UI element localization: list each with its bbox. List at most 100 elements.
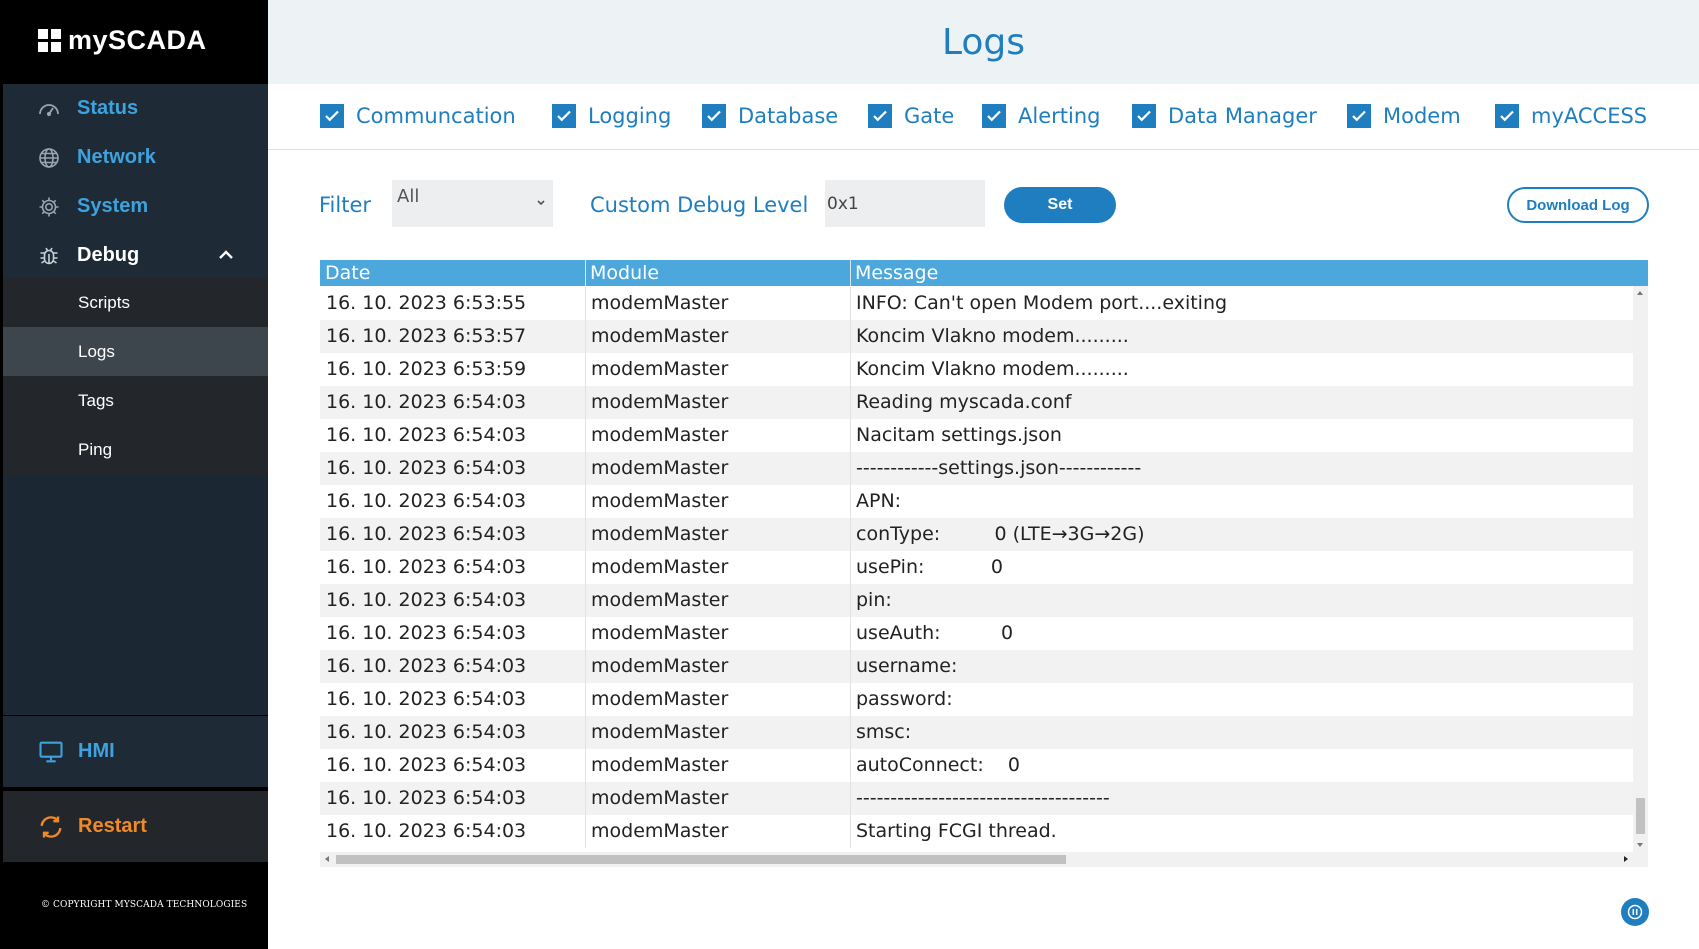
sidebar-item-network[interactable]: Network <box>3 133 268 182</box>
table-row[interactable]: 16. 10. 2023 6:54:03 modemMaster Starting … <box>320 815 1633 848</box>
filter-label: Filter <box>319 193 372 217</box>
scroll-right-arrow-icon[interactable] <box>1624 856 1628 862</box>
checkbox-alerting[interactable]: Alerting <box>982 104 1100 128</box>
table-row[interactable]: 16. 10. 2023 6:54:03 modemMaster smsc: <box>320 716 1633 749</box>
cell-date: 16. 10. 2023 6:54:03 <box>326 424 527 446</box>
subitem-label: Logs <box>78 341 115 361</box>
cell-module: modemMaster <box>591 721 729 743</box>
cell-date: 16. 10. 2023 6:54:03 <box>326 820 527 842</box>
cell-date: 16. 10. 2023 6:54:03 <box>326 523 527 545</box>
checkbox-checked-icon[interactable] <box>1132 104 1156 128</box>
sidebar-subitem-ping[interactable]: Ping <box>3 425 268 474</box>
logo-grid-icon <box>38 28 61 52</box>
cell-date: 16. 10. 2023 6:53:59 <box>326 358 527 380</box>
checkbox-label: myACCESS <box>1531 104 1648 128</box>
checkbox-checked-icon[interactable] <box>868 104 892 128</box>
sidebar-item-status[interactable]: Status <box>3 84 268 133</box>
cell-date: 16. 10. 2023 6:54:03 <box>326 391 527 413</box>
table-header: Date Module Message <box>320 260 1648 286</box>
cell-date: 16. 10. 2023 6:53:57 <box>326 325 527 347</box>
restart-label: Restart <box>78 815 147 837</box>
table-row[interactable]: 16. 10. 2023 6:54:03 modemMaster pin: <box>320 584 1633 617</box>
filter-select[interactable]: All <box>392 180 553 227</box>
table-row[interactable]: 16. 10. 2023 6:53:59 modemMaster Koncim Vl… <box>320 353 1633 386</box>
pause-button[interactable] <box>1621 898 1649 926</box>
sidebar-subitem-logs[interactable]: Logs <box>3 327 268 376</box>
table-row[interactable]: 16. 10. 2023 6:54:03 modemMaster autoConne… <box>320 749 1633 782</box>
column-header-date[interactable]: Date <box>325 262 370 284</box>
sidebar-item-label: Status <box>77 97 139 119</box>
cell-module: modemMaster <box>591 292 729 314</box>
checkbox-checked-icon[interactable] <box>1495 104 1519 128</box>
table-row[interactable]: 16. 10. 2023 6:54:03 modemMaster password: <box>320 683 1633 716</box>
cell-message: Koncim Vlakno modem......... <box>856 358 1129 380</box>
scroll-up-arrow-icon[interactable] <box>1637 291 1643 295</box>
column-header-module[interactable]: Module <box>590 262 659 284</box>
column-divider <box>585 260 586 286</box>
sidebar-item-restart[interactable]: Restart <box>3 791 268 862</box>
custom-debug-level-label: Custom Debug Level <box>590 193 809 217</box>
sidebar-item-debug[interactable]: Debug <box>3 231 268 280</box>
custom-debug-level-input[interactable]: 0x1 <box>825 180 985 227</box>
sidebar-subitem-tags[interactable]: Tags <box>3 376 268 425</box>
column-divider <box>850 386 851 419</box>
table-row[interactable]: 16. 10. 2023 6:53:57 modemMaster Koncim Vl… <box>320 320 1633 353</box>
table-row[interactable]: 16. 10. 2023 6:53:55 modemMaster INFO: Can… <box>320 287 1633 320</box>
checkbox-checked-icon[interactable] <box>320 104 344 128</box>
log-table: Date Module Message 16. 10. 2023 6:53:55… <box>320 260 1648 867</box>
sidebar-item-label: Debug <box>77 244 140 266</box>
column-divider <box>850 650 851 683</box>
checkbox-checked-icon[interactable] <box>1347 104 1371 128</box>
cell-message: password: <box>856 688 953 710</box>
cell-date: 16. 10. 2023 6:54:03 <box>326 589 527 611</box>
table-row[interactable]: 16. 10. 2023 6:54:03 modemMaster APN: <box>320 485 1633 518</box>
table-row[interactable]: 16. 10. 2023 6:54:03 modemMaster ---------… <box>320 782 1633 815</box>
vertical-scroll-thumb[interactable] <box>1636 798 1645 834</box>
sidebar-item-hmi[interactable]: HMI <box>3 716 268 787</box>
sidebar: mySCADA Status Network System Debug Scri… <box>0 0 268 949</box>
cell-message: ------------------------------------- <box>856 787 1110 809</box>
sidebar-item-system[interactable]: System <box>3 182 268 231</box>
checkbox-database[interactable]: Database <box>702 104 838 128</box>
chevron-up-icon[interactable] <box>214 243 238 267</box>
cell-date: 16. 10. 2023 6:54:03 <box>326 655 527 677</box>
table-row[interactable]: 16. 10. 2023 6:54:03 modemMaster Nacitam s… <box>320 419 1633 452</box>
column-header-message[interactable]: Message <box>855 262 938 284</box>
cell-module: modemMaster <box>591 358 729 380</box>
scroll-left-arrow-icon[interactable] <box>325 856 329 862</box>
checkbox-checked-icon[interactable] <box>982 104 1006 128</box>
page-title: Logs <box>941 21 1026 63</box>
table-row[interactable]: 16. 10. 2023 6:54:03 modemMaster conType: … <box>320 518 1633 551</box>
cell-message: usePin: 0 <box>856 556 1003 578</box>
checkbox-checked-icon[interactable] <box>702 104 726 128</box>
checkbox-data-manager[interactable]: Data Manager <box>1132 104 1317 128</box>
table-row[interactable]: 16. 10. 2023 6:54:03 modemMaster useAuth: … <box>320 617 1633 650</box>
checkbox-logging[interactable]: Logging <box>552 104 671 128</box>
horizontal-scrollbar[interactable] <box>320 852 1648 867</box>
checkbox-gate[interactable]: Gate <box>868 104 954 128</box>
table-row[interactable]: 16. 10. 2023 6:54:03 modemMaster ---------… <box>320 452 1633 485</box>
table-row[interactable]: 16. 10. 2023 6:54:03 modemMaster usePin: 0 <box>320 551 1633 584</box>
vertical-scrollbar[interactable] <box>1633 286 1648 852</box>
column-divider <box>850 584 851 617</box>
table-row[interactable]: 16. 10. 2023 6:54:03 modemMaster username: <box>320 650 1633 683</box>
column-divider <box>850 485 851 518</box>
scroll-down-arrow-icon[interactable] <box>1637 843 1643 847</box>
download-log-button[interactable]: Download Log <box>1507 187 1649 223</box>
filter-selected-value: All <box>397 186 420 207</box>
set-button[interactable]: Set <box>1004 187 1116 223</box>
checkbox-myaccess[interactable]: myACCESS <box>1495 104 1647 128</box>
sidebar-subitem-scripts[interactable]: Scripts <box>3 278 268 327</box>
cell-message: autoConnect: 0 <box>856 754 1020 776</box>
column-divider <box>585 716 586 749</box>
table-row[interactable]: 16. 10. 2023 6:54:03 modemMaster Reading m… <box>320 386 1633 419</box>
cell-module: modemMaster <box>591 556 729 578</box>
checkbox-modem[interactable]: Modem <box>1347 104 1461 128</box>
checkbox-communcation[interactable]: Communcation <box>320 104 516 128</box>
checkbox-label: Database <box>738 104 839 128</box>
brand-logo[interactable]: mySCADA <box>38 22 207 58</box>
cell-module: modemMaster <box>591 391 729 413</box>
horizontal-scroll-thumb[interactable] <box>336 855 1066 864</box>
cell-module: modemMaster <box>591 820 729 842</box>
checkbox-checked-icon[interactable] <box>552 104 576 128</box>
